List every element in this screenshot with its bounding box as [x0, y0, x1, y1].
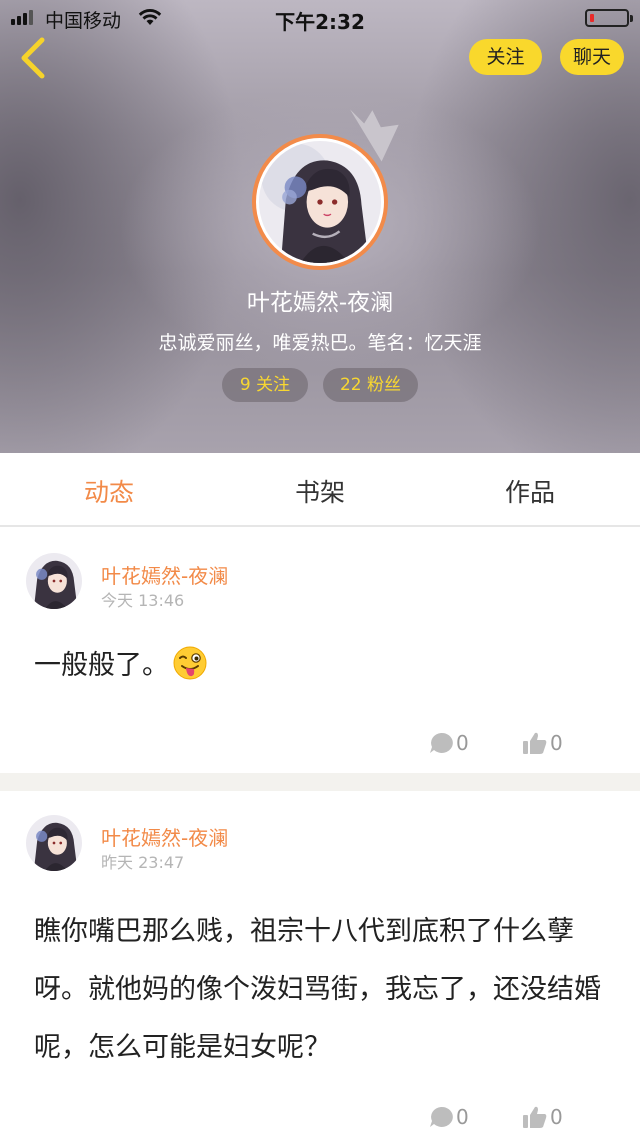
like-count: 0 — [550, 1105, 563, 1129]
avatar[interactable] — [26, 815, 82, 871]
status-time: 下午2:32 — [275, 10, 365, 34]
list-item: 叶花嫣然-夜澜 昨天 23:47 瞧你嘴巴那么贱，祖宗十八代到底积了什么孽呀。就… — [0, 791, 640, 1139]
winking-tongue-emoji-icon — [173, 646, 207, 680]
follow-button[interactable]: 关注 — [469, 39, 542, 75]
comment-icon — [430, 1106, 453, 1127]
like-button[interactable]: 0 — [522, 1103, 563, 1131]
post-author[interactable]: 叶花嫣然-夜澜 — [101, 560, 228, 589]
tab-bookshelf[interactable]: 书架 — [295, 473, 345, 509]
chat-button[interactable]: 聊天 — [560, 39, 624, 75]
following-count[interactable]: 9 关注 — [222, 368, 308, 402]
profile-tabs: 动态 书架 作品 — [0, 453, 640, 527]
post-separator — [0, 773, 640, 791]
avatar-image — [26, 815, 82, 871]
fans-count[interactable]: 22 粉丝 — [323, 368, 418, 402]
profile-nickname: 叶花嫣然-夜澜 — [246, 290, 394, 316]
thumbs-up-icon — [523, 732, 547, 754]
comment-count: 0 — [456, 1105, 469, 1129]
back-arrow-icon[interactable] — [14, 34, 54, 82]
post-time: 今天 13:46 — [101, 591, 185, 610]
like-button[interactable]: 0 — [522, 729, 563, 757]
status-bar: 中国移动 下午2:32 — [0, 0, 640, 36]
comment-button[interactable]: 0 — [428, 729, 469, 757]
post-time: 昨天 23:47 — [101, 853, 185, 872]
post-text: 瞧你嘴巴那么贱，祖宗十八代到底积了什么孽呀。就他妈的像个泼妇骂街，我忘了，还没结… — [34, 916, 601, 1063]
thumbs-up-icon — [523, 1106, 547, 1128]
post-content: 瞧你嘴巴那么贱，祖宗十八代到底积了什么孽呀。就他妈的像个泼妇骂街，我忘了，还没结… — [34, 903, 614, 1077]
profile-bio: 忠诚爱丽丝，唯爱热巴。笔名：忆天涯 — [158, 332, 482, 354]
avatar-image — [26, 553, 82, 609]
tab-activity[interactable]: 动态 — [84, 473, 134, 509]
avatar-image — [259, 141, 381, 263]
profile-avatar[interactable] — [252, 134, 388, 270]
comment-button[interactable]: 0 — [428, 1103, 469, 1131]
post-author[interactable]: 叶花嫣然-夜澜 — [101, 822, 228, 851]
battery-icon — [585, 9, 633, 27]
profile-header: 中国移动 下午2:32 关注 聊天 叶花嫣然-夜澜 忠诚爱丽丝，唯爱热巴。笔名：… — [0, 0, 640, 453]
comment-icon — [430, 732, 453, 753]
tab-works[interactable]: 作品 — [505, 473, 555, 509]
avatar[interactable] — [26, 553, 82, 609]
comment-count: 0 — [456, 731, 469, 755]
post-content: 一般般了。 — [34, 637, 614, 695]
list-item: 叶花嫣然-夜澜 今天 13:46 一般般了。 0 0 — [0, 529, 640, 773]
post-text: 一般般了。 — [34, 650, 169, 681]
like-count: 0 — [550, 731, 563, 755]
